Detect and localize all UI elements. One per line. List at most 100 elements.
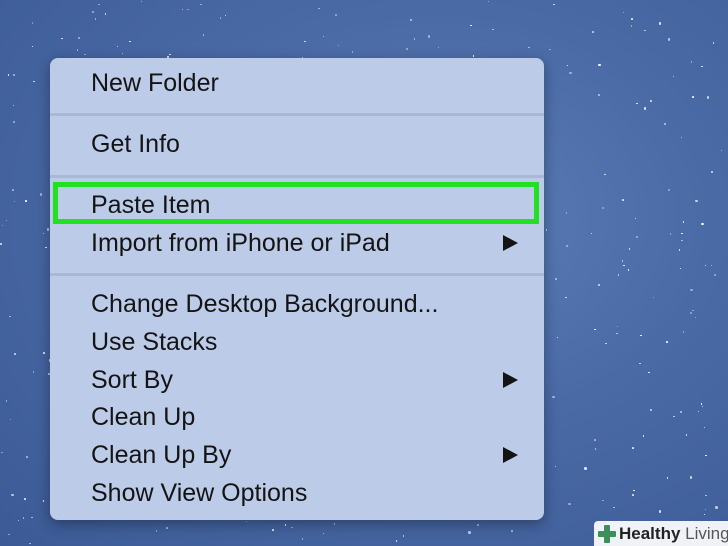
star (704, 508, 707, 511)
star (322, 532, 325, 535)
menu-item-new-folder[interactable]: New Folder (50, 64, 544, 102)
star (701, 65, 703, 68)
star (667, 38, 671, 41)
star (322, 35, 325, 38)
star (337, 44, 340, 47)
menu-item-show-view-options[interactable]: Show View Options (50, 474, 544, 512)
star (701, 405, 704, 408)
star (427, 35, 431, 38)
star (630, 25, 633, 27)
star (9, 418, 12, 421)
menu-item-clean-up[interactable]: Clean Up (50, 398, 544, 436)
star (33, 80, 35, 83)
star (703, 513, 706, 516)
star (224, 14, 227, 17)
star (681, 232, 683, 235)
menu-item-get-info[interactable]: Get Info (50, 125, 544, 163)
star (673, 415, 675, 418)
star (680, 136, 683, 139)
star (42, 232, 45, 235)
star (12, 189, 14, 191)
star (627, 269, 630, 271)
star (664, 123, 666, 125)
star (622, 199, 624, 201)
star (5, 400, 8, 402)
star (1, 451, 3, 454)
submenu-arrow-icon (503, 372, 518, 388)
star (632, 494, 634, 496)
star (245, 520, 248, 523)
star (667, 188, 671, 192)
star (621, 260, 623, 262)
star (76, 49, 79, 51)
star (705, 454, 707, 457)
star (715, 506, 718, 509)
menu-item-change-desktop-background[interactable]: Change Desktop Background... (50, 285, 544, 323)
star (13, 121, 15, 123)
star (669, 233, 672, 235)
star (219, 17, 222, 19)
star (590, 232, 593, 235)
star (116, 45, 119, 48)
highlight-box (53, 182, 539, 224)
menu-item-clean-up-by[interactable]: Clean Up By (50, 436, 544, 474)
menu-item-label: Change Desktop Background... (91, 289, 439, 318)
star (631, 18, 633, 20)
star (712, 42, 715, 44)
star (395, 540, 398, 542)
star (17, 519, 20, 522)
star (155, 530, 158, 532)
star (553, 3, 555, 6)
star (470, 24, 472, 27)
star (318, 7, 320, 10)
star (181, 8, 184, 11)
star (704, 264, 707, 267)
star (594, 439, 596, 441)
menu-separator (50, 113, 544, 116)
star (617, 274, 620, 276)
star (714, 274, 716, 276)
star (187, 8, 189, 11)
star (13, 74, 15, 76)
menu-item-use-stacks[interactable]: Use Stacks (50, 323, 544, 361)
star (602, 499, 604, 502)
star (78, 37, 80, 39)
star (25, 200, 27, 202)
menu-item-import-from-iphone[interactable]: Import from iPhone or iPad (50, 224, 544, 262)
star (5, 219, 8, 222)
watermark-bold-text: Healthy (619, 523, 681, 543)
star (604, 173, 606, 176)
star (672, 75, 675, 78)
star (594, 328, 596, 331)
star (301, 538, 303, 540)
star (616, 325, 619, 328)
star (594, 448, 597, 450)
star (528, 46, 530, 49)
star (695, 199, 698, 203)
star (7, 74, 10, 76)
menu-item-label: Get Info (91, 129, 180, 158)
star (31, 22, 34, 24)
star (8, 533, 10, 536)
star (639, 362, 641, 365)
star (690, 312, 692, 314)
star (437, 46, 440, 49)
star (554, 465, 557, 468)
star (477, 524, 479, 526)
star (697, 410, 700, 413)
star (650, 409, 652, 411)
star (700, 403, 703, 405)
menu-item-sort-by[interactable]: Sort By (50, 361, 544, 399)
star (644, 29, 646, 32)
watermark-light-text: Living (685, 523, 728, 543)
star (26, 456, 28, 458)
star (492, 28, 494, 31)
star (545, 229, 548, 231)
star (680, 411, 682, 413)
star (140, 0, 143, 3)
star (634, 217, 637, 220)
star (487, 0, 490, 3)
watermark-text: Healthy Living (619, 524, 728, 544)
star (45, 246, 47, 249)
star (39, 193, 43, 196)
